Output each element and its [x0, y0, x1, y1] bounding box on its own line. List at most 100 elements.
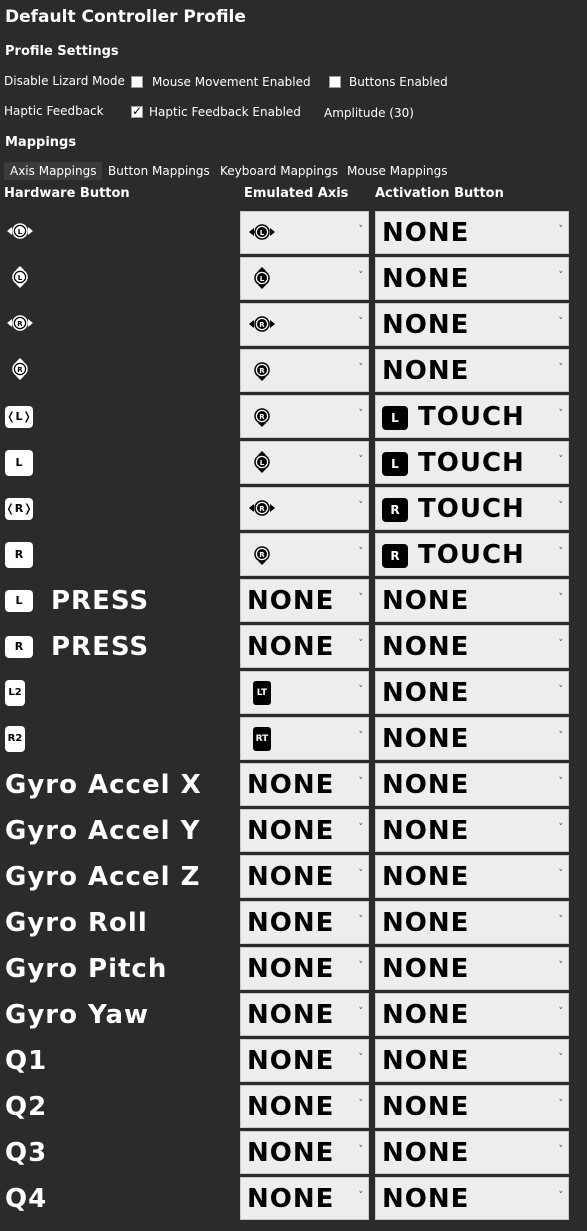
chevron-down-icon[interactable]: ˅ — [359, 317, 364, 327]
chevron-down-icon[interactable]: ˅ — [359, 869, 364, 879]
mouse-movement-label[interactable]: Mouse Movement Enabled — [152, 75, 311, 89]
emulated-axis-dropdown[interactable]: NONE ˅ — [240, 625, 369, 668]
activation-button-dropdown[interactable]: NONE ˅ — [375, 211, 569, 254]
chevron-down-icon[interactable]: ˅ — [359, 823, 364, 833]
chevron-down-icon[interactable]: ˅ — [559, 685, 564, 695]
activation-button-dropdown[interactable]: NONE ˅ — [375, 349, 569, 392]
chevron-down-icon[interactable]: ˅ — [359, 363, 364, 373]
chevron-down-icon[interactable]: ˅ — [359, 731, 364, 741]
emulated-axis-dropdown[interactable]: NONE ˅ — [240, 1177, 369, 1220]
chevron-down-icon[interactable]: ˅ — [559, 823, 564, 833]
emulated-axis-dropdown[interactable]: R ˅ — [240, 349, 369, 392]
activation-button-dropdown[interactable]: NONE ˅ — [375, 1039, 569, 1082]
emulated-axis-dropdown[interactable]: NONE ˅ — [240, 1131, 369, 1174]
activation-button-dropdown[interactable]: NONE ˅ — [375, 993, 569, 1036]
activation-button-dropdown[interactable]: NONE ˅ — [375, 257, 569, 300]
buttons-enabled-checkbox[interactable] — [329, 76, 341, 88]
chevron-down-icon[interactable]: ˅ — [559, 409, 564, 419]
emulated-axis-dropdown[interactable]: L ˅ — [240, 441, 369, 484]
chevron-down-icon[interactable]: ˅ — [359, 961, 364, 971]
tab-button-mappings[interactable]: Button Mappings — [102, 162, 216, 180]
chevron-down-icon[interactable]: ˅ — [359, 639, 364, 649]
emulated-axis-dropdown[interactable]: NONE ˅ — [240, 1085, 369, 1128]
chevron-down-icon[interactable]: ˅ — [359, 685, 364, 695]
chevron-down-icon[interactable]: ˅ — [359, 1007, 364, 1017]
emulated-axis-dropdown[interactable]: NONE ˅ — [240, 763, 369, 806]
emulated-axis-dropdown[interactable]: NONE ˅ — [240, 1039, 369, 1082]
chevron-down-icon[interactable]: ˅ — [359, 593, 364, 603]
chevron-down-icon[interactable]: ˅ — [359, 547, 364, 557]
chevron-down-icon[interactable]: ˅ — [359, 915, 364, 925]
chevron-down-icon[interactable]: ˅ — [559, 639, 564, 649]
chevron-down-icon[interactable]: ˅ — [559, 547, 564, 557]
chevron-down-icon[interactable]: ˅ — [559, 593, 564, 603]
activation-button-dropdown[interactable]: L TOUCH ˅ — [375, 395, 569, 438]
emulated-axis-dropdown[interactable]: NONE ˅ — [240, 947, 369, 990]
chevron-down-icon[interactable]: ˅ — [559, 961, 564, 971]
activation-button-dropdown[interactable]: R TOUCH ˅ — [375, 533, 569, 576]
chevron-down-icon[interactable]: ˅ — [559, 455, 564, 465]
emulated-axis-dropdown[interactable]: RT ˅ — [240, 717, 369, 760]
chevron-down-icon[interactable]: ˅ — [359, 271, 364, 281]
chevron-down-icon[interactable]: ˅ — [559, 363, 564, 373]
chevron-down-icon[interactable]: ˅ — [359, 455, 364, 465]
buttons-enabled-label[interactable]: Buttons Enabled — [349, 75, 448, 89]
emulated-axis-dropdown[interactable]: NONE ˅ — [240, 579, 369, 622]
table-row: Gyro Accel Y NONE ˅ NONE ˅ — [0, 808, 587, 854]
emulated-axis-dropdown[interactable]: R ˅ — [240, 395, 369, 438]
chevron-down-icon[interactable]: ˅ — [559, 317, 564, 327]
activation-button-dropdown[interactable]: NONE ˅ — [375, 717, 569, 760]
chevron-down-icon[interactable]: ˅ — [559, 1099, 564, 1109]
activation-button-dropdown[interactable]: NONE ˅ — [375, 809, 569, 852]
chevron-down-icon[interactable]: ˅ — [559, 915, 564, 925]
table-row: Q1 NONE ˅ NONE ˅ — [0, 1038, 587, 1084]
chevron-down-icon[interactable]: ˅ — [359, 1191, 364, 1201]
emulated-axis-dropdown[interactable]: R ˅ — [240, 487, 369, 530]
activation-button-dropdown[interactable]: NONE ˅ — [375, 303, 569, 346]
activation-button-dropdown[interactable]: NONE ˅ — [375, 579, 569, 622]
emulated-axis-dropdown[interactable]: NONE ˅ — [240, 855, 369, 898]
chevron-down-icon[interactable]: ˅ — [559, 1191, 564, 1201]
activation-button-dropdown[interactable]: R TOUCH ˅ — [375, 487, 569, 530]
chevron-down-icon[interactable]: ˅ — [559, 869, 564, 879]
activation-button-dropdown[interactable]: NONE ˅ — [375, 1177, 569, 1220]
chevron-down-icon[interactable]: ˅ — [359, 1145, 364, 1155]
emulated-axis-dropdown[interactable]: R ˅ — [240, 533, 369, 576]
tab-mouse-mappings[interactable]: Mouse Mappings — [341, 162, 454, 180]
emulated-axis-dropdown[interactable]: NONE ˅ — [240, 809, 369, 852]
haptic-feedback-checkbox[interactable] — [131, 104, 143, 118]
chevron-down-icon[interactable]: ˅ — [359, 409, 364, 419]
emulated-axis-dropdown[interactable]: LT ˅ — [240, 671, 369, 714]
chevron-down-icon[interactable]: ˅ — [559, 777, 564, 787]
tab-axis-mappings[interactable]: Axis Mappings — [4, 162, 103, 180]
emulated-axis-dropdown[interactable]: NONE ˅ — [240, 901, 369, 944]
chevron-down-icon[interactable]: ˅ — [559, 271, 564, 281]
emulated-axis-dropdown[interactable]: L ˅ — [240, 211, 369, 254]
activation-button-dropdown[interactable]: L TOUCH ˅ — [375, 441, 569, 484]
activation-button-dropdown[interactable]: NONE ˅ — [375, 901, 569, 944]
chevron-down-icon[interactable]: ˅ — [559, 731, 564, 741]
emulated-axis-dropdown[interactable]: L ˅ — [240, 257, 369, 300]
activation-button-dropdown[interactable]: NONE ˅ — [375, 625, 569, 668]
chevron-down-icon[interactable]: ˅ — [559, 1007, 564, 1017]
chevron-down-icon[interactable]: ˅ — [559, 501, 564, 511]
activation-button-dropdown[interactable]: NONE ˅ — [375, 671, 569, 714]
chevron-down-icon[interactable]: ˅ — [559, 1053, 564, 1063]
activation-button-dropdown[interactable]: NONE ˅ — [375, 1085, 569, 1128]
tab-keyboard-mappings[interactable]: Keyboard Mappings — [214, 162, 344, 180]
activation-button-dropdown[interactable]: NONE ˅ — [375, 947, 569, 990]
chevron-down-icon[interactable]: ˅ — [359, 1053, 364, 1063]
chevron-down-icon[interactable]: ˅ — [359, 225, 364, 235]
mouse-movement-checkbox[interactable] — [131, 76, 143, 88]
emulated-axis-dropdown[interactable]: R ˅ — [240, 303, 369, 346]
emulated-axis-dropdown[interactable]: NONE ˅ — [240, 993, 369, 1036]
activation-button-dropdown[interactable]: NONE ˅ — [375, 1131, 569, 1174]
chevron-down-icon[interactable]: ˅ — [359, 1099, 364, 1109]
activation-button-dropdown[interactable]: NONE ˅ — [375, 763, 569, 806]
chevron-down-icon[interactable]: ˅ — [559, 225, 564, 235]
chevron-down-icon[interactable]: ˅ — [559, 1145, 564, 1155]
activation-button-dropdown[interactable]: NONE ˅ — [375, 855, 569, 898]
chevron-down-icon[interactable]: ˅ — [359, 777, 364, 787]
chevron-down-icon[interactable]: ˅ — [359, 501, 364, 511]
haptic-feedback-enabled-label[interactable]: Haptic Feedback Enabled — [149, 105, 301, 119]
